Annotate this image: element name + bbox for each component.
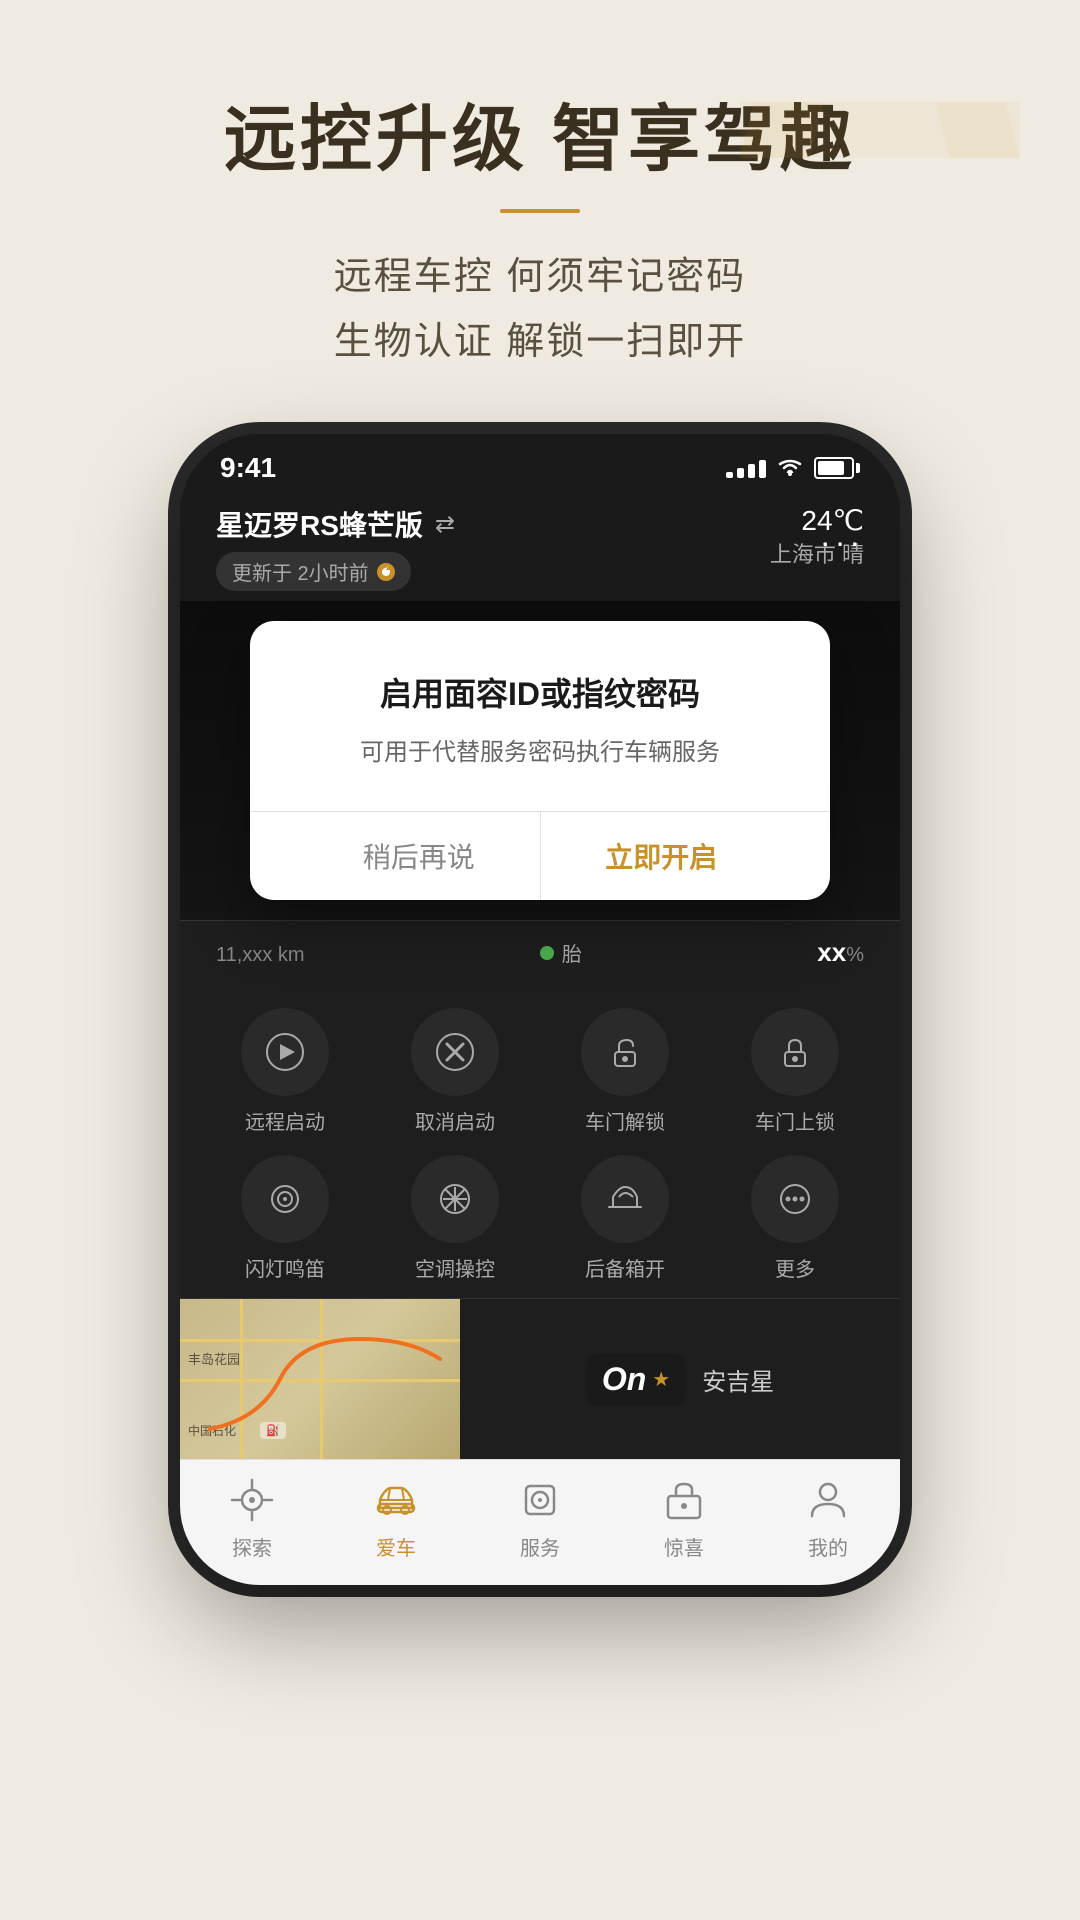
nav-label-surprise: 惊喜 xyxy=(664,1532,704,1561)
chevy-watermark-icon xyxy=(740,60,1020,200)
update-refresh-icon xyxy=(377,563,395,581)
nav-label-explore: 探索 xyxy=(232,1532,272,1561)
car-switch-icon[interactable]: ⇄ xyxy=(435,510,455,539)
control-ac[interactable]: 空调操控 xyxy=(370,1155,540,1282)
modal-buttons: 稍后再说 立即开启 xyxy=(298,812,782,900)
map-preview[interactable]: 丰岛花园 中国石化 ⛽ xyxy=(180,1299,460,1459)
status-bar: 9:41 xyxy=(180,434,900,492)
remote-start-icon xyxy=(265,1032,305,1072)
flash-horn-label: 闪灯鸣笛 xyxy=(245,1253,325,1282)
control-trunk[interactable]: 后备箱开 xyxy=(540,1155,710,1282)
nav-item-explore[interactable]: 探索 xyxy=(228,1476,276,1561)
onstar-badge: On ★ xyxy=(586,1353,686,1406)
surprise-icon xyxy=(660,1476,708,1524)
control-flash-horn[interactable]: 闪灯鸣笛 xyxy=(200,1155,370,1282)
nav-item-surprise[interactable]: 惊喜 xyxy=(660,1476,708,1561)
modal-confirm-button[interactable]: 立即开启 xyxy=(541,812,783,900)
mileage-stat: 11,xxx km xyxy=(216,937,305,968)
stats-row: 11,xxx km 胎 xx% xyxy=(180,920,900,984)
promo-divider xyxy=(500,209,580,213)
promo-subtitle: 远程车控 何须牢记密码 生物认证 解锁一扫即开 xyxy=(334,245,747,374)
modal-title: 启用面容ID或指纹密码 xyxy=(298,669,782,715)
control-remote-start[interactable]: 远程启动 xyxy=(200,1008,370,1135)
status-icons xyxy=(726,457,860,479)
bottom-nav: 探索 爱车 服务 xyxy=(180,1459,900,1585)
modal-card: 启用面容ID或指纹密码 可用于代替服务密码执行车辆服务 稍后再说 立即开启 xyxy=(250,621,830,900)
signal-icon xyxy=(726,458,766,478)
update-text: 更新于 2小时前 xyxy=(232,557,369,586)
fuel-stat: xx% xyxy=(817,937,864,968)
nav-item-service[interactable]: 服务 xyxy=(516,1476,564,1561)
more-options-icon[interactable]: ··· xyxy=(820,524,864,561)
nav-label-mine: 我的 xyxy=(808,1532,848,1561)
nav-item-mine[interactable]: 我的 xyxy=(804,1476,852,1561)
wifi-icon xyxy=(778,459,802,477)
control-cancel-start[interactable]: 取消启动 xyxy=(370,1008,540,1135)
onstar-star-icon: ★ xyxy=(652,1367,670,1392)
mine-icon xyxy=(804,1476,852,1524)
flash-horn-icon xyxy=(265,1179,305,1219)
phone-frame: 9:41 xyxy=(180,434,900,1585)
control-door-unlock[interactable]: 车门解锁 xyxy=(540,1008,710,1135)
modal-later-button[interactable]: 稍后再说 xyxy=(298,812,541,900)
control-door-lock[interactable]: 车门上锁 xyxy=(710,1008,880,1135)
status-time: 9:41 xyxy=(220,452,276,484)
bottom-content-row: 丰岛花园 中国石化 ⛽ On ★ 安吉星 xyxy=(180,1298,900,1459)
nav-label-service: 服务 xyxy=(520,1532,560,1561)
more-label: 更多 xyxy=(775,1253,815,1282)
update-badge[interactable]: 更新于 2小时前 xyxy=(216,552,411,591)
cancel-start-label: 取消启动 xyxy=(415,1106,495,1135)
nav-label-mycar: 爱车 xyxy=(376,1532,416,1561)
car-header: 星迈罗RS蜂芒版 ⇄ 更新于 2小时前 24℃ 上海市 晴 xyxy=(180,492,900,601)
control-more[interactable]: 更多 xyxy=(710,1155,880,1282)
ac-icon xyxy=(435,1179,475,1219)
modal-overlay: 启用面容ID或指纹密码 可用于代替服务密码执行车辆服务 稍后再说 立即开启 xyxy=(180,601,900,920)
phone-mockup: 9:41 xyxy=(180,434,900,1585)
modal-description: 可用于代替服务密码执行车辆服务 xyxy=(298,735,782,771)
tire-status-indicator xyxy=(540,946,554,960)
trunk-label: 后备箱开 xyxy=(585,1253,665,1282)
door-lock-label: 车门上锁 xyxy=(755,1106,835,1135)
controls-section: 远程启动 取消启动 xyxy=(180,984,900,1298)
controls-grid: 远程启动 取消启动 xyxy=(200,1008,880,1282)
explore-icon xyxy=(228,1476,276,1524)
onstar-name: 安吉星 xyxy=(702,1362,774,1397)
tire-status: 胎 xyxy=(540,938,582,967)
onstar-widget[interactable]: On ★ 安吉星 xyxy=(460,1299,900,1459)
trunk-icon xyxy=(605,1179,645,1219)
door-unlock-icon xyxy=(605,1032,645,1072)
car-name-row: 星迈罗RS蜂芒版 ⇄ xyxy=(216,504,455,544)
ac-label: 空调操控 xyxy=(415,1253,495,1282)
promo-section: 远控升级 智享驾趣 远程车控 何须牢记密码 生物认证 解锁一扫即开 xyxy=(0,0,1080,414)
service-icon xyxy=(516,1476,564,1524)
cancel-start-icon xyxy=(435,1032,475,1072)
car-name: 星迈罗RS蜂芒版 xyxy=(216,504,423,544)
remote-start-label: 远程启动 xyxy=(245,1106,325,1135)
nav-item-mycar[interactable]: 爱车 xyxy=(372,1476,420,1561)
more-icon xyxy=(775,1179,815,1219)
battery-icon xyxy=(814,457,860,479)
car-image-modal-container: 今日宜驾车出行，宜家人欢聚 xyxy=(180,601,900,920)
mycar-icon xyxy=(372,1476,420,1524)
door-unlock-label: 车门解锁 xyxy=(585,1106,665,1135)
door-lock-icon xyxy=(775,1032,815,1072)
on-text: On xyxy=(602,1361,646,1398)
